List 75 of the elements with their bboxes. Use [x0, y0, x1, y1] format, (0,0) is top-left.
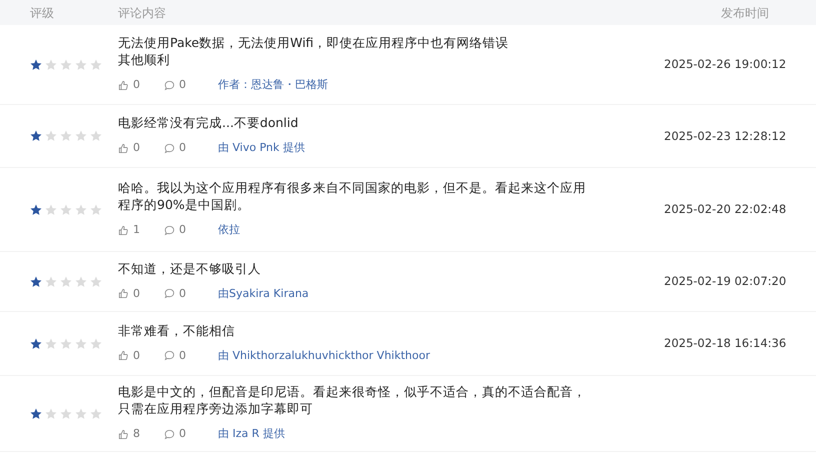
thumbs-up-icon[interactable]	[118, 288, 129, 300]
count: 0	[133, 286, 140, 302]
count: 8	[133, 426, 140, 442]
star-icon	[90, 204, 102, 216]
count: 0	[179, 222, 186, 238]
comment-text: 哈哈。我以为这个应用程序有很多来自不同国家的电影，但不是。看起来这个应用程序的90%是中国剧。	[118, 180, 587, 214]
star-icon	[45, 276, 57, 288]
star-icon	[60, 58, 72, 70]
comment-icon[interactable]	[164, 224, 175, 236]
publish-time: 2025-02-23 12:28:12	[664, 128, 786, 143]
comment-icon[interactable]	[164, 142, 175, 154]
star-icon	[60, 338, 72, 350]
author-link[interactable]: 由 Vivo Pnk 提供	[218, 140, 305, 157]
column-header: 评级	[30, 6, 54, 20]
star-icon	[30, 204, 42, 216]
comment-text: 电影是中文的，但配音是印尼语。看起来很奇怪，似乎不适合，真的不适合配音，只需在应用程序旁边添加字幕即可	[118, 384, 587, 418]
count: 0	[133, 140, 140, 156]
author-link[interactable]: 作者：恩达鲁・巴格斯	[218, 77, 328, 94]
comment-icon[interactable]	[164, 288, 175, 300]
thumbs-up-icon[interactable]	[118, 350, 129, 362]
star-icon	[60, 276, 72, 288]
publish-time: 2025-02-20 22:02:48	[664, 202, 786, 216]
count: 0	[179, 140, 186, 156]
count: 0	[179, 286, 186, 302]
count: 0	[179, 77, 186, 94]
count: 0	[133, 348, 140, 364]
publish-time: 2025-02-26 19:00:12	[664, 57, 786, 72]
star-icon	[75, 338, 87, 350]
star-icon	[30, 130, 42, 142]
star-icon	[45, 338, 57, 350]
star-icon	[75, 204, 87, 216]
author-link[interactable]: 依拉	[218, 222, 240, 239]
star-icon	[60, 204, 72, 216]
star-icon	[90, 276, 102, 288]
thumbs-up-icon[interactable]	[118, 80, 129, 91]
star-icon	[30, 408, 42, 420]
comment-icon[interactable]	[164, 350, 175, 362]
star-icon	[30, 338, 42, 350]
star-icon	[75, 130, 87, 142]
thumbs-up-icon[interactable]	[118, 142, 129, 154]
comment-text: 无法使用Pake数据，无法使用Wifi，即使在应用程序中也有网络错误	[118, 35, 510, 52]
star-icon	[45, 130, 57, 142]
column-header: 评论内容	[118, 6, 166, 20]
thumbs-up-icon[interactable]	[118, 224, 129, 236]
comment-icon[interactable]	[164, 428, 175, 440]
star-icon	[30, 276, 42, 288]
star-icon	[75, 58, 87, 70]
comment-text: 不知道，还是不够吸引人	[118, 260, 262, 278]
star-icon	[90, 338, 102, 350]
comment-text: 其他顺利	[118, 52, 171, 70]
author-link[interactable]: 由 Vhikthorzalukhuvhickthor Vhikthoor	[218, 348, 430, 364]
publish-time: 2025-02-19 02:07:20	[664, 274, 786, 288]
star-icon	[75, 276, 87, 288]
publish-time: 2025-02-18 16:14:36	[664, 336, 786, 350]
star-icon	[45, 408, 57, 420]
star-icon	[60, 408, 72, 420]
column-header: 发布时间	[721, 6, 769, 20]
count: 1	[133, 222, 140, 238]
star-icon	[90, 130, 102, 142]
star-icon	[90, 58, 102, 70]
count: 0	[133, 77, 140, 94]
thumbs-up-icon[interactable]	[118, 428, 129, 440]
author-link[interactable]: 由Syakira Kirana	[218, 286, 309, 302]
count: 0	[179, 426, 186, 442]
star-icon	[30, 58, 42, 70]
count: 0	[179, 348, 186, 364]
star-icon	[75, 408, 87, 420]
star-icon	[45, 58, 57, 70]
comment-icon[interactable]	[164, 80, 175, 91]
star-icon	[60, 130, 72, 142]
star-icon	[45, 204, 57, 216]
star-icon	[90, 408, 102, 420]
comment-text: 电影经常没有完成...不要donlid	[118, 115, 300, 132]
comment-text: 非常难看，不能相信	[118, 322, 236, 340]
author-link[interactable]: 由 Iza R 提供	[218, 426, 285, 443]
